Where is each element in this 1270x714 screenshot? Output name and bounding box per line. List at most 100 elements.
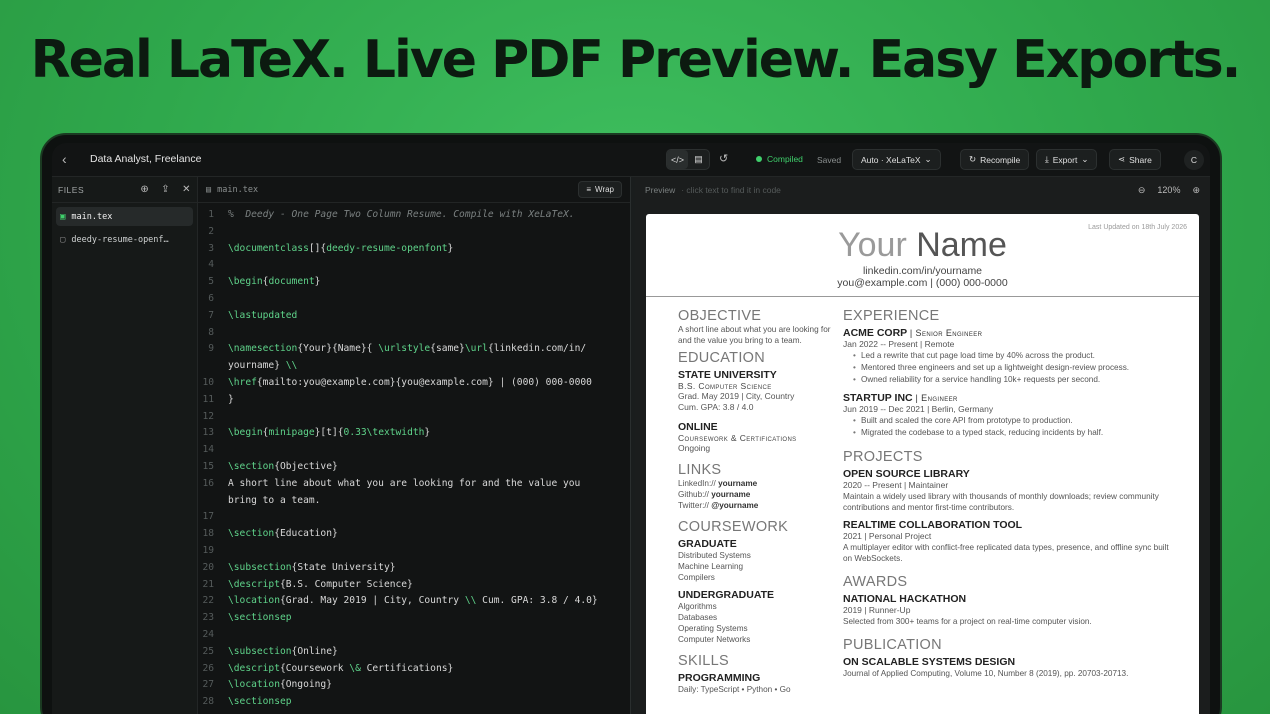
- section-title: AWARDS: [843, 574, 908, 590]
- line-number: 16: [202, 477, 214, 489]
- zoom-out-icon[interactable]: ⊖: [1138, 185, 1146, 196]
- code-line[interactable]: 19: [198, 543, 630, 560]
- code-line[interactable]: 22 \location{Grad. May 2019 | City, Count…: [198, 593, 630, 610]
- code-line[interactable]: 2: [198, 224, 630, 241]
- compile-status-label: Compiled: [767, 154, 803, 164]
- file-icon: ▢: [60, 234, 66, 245]
- linkedin-link[interactable]: linkedin.com/in/yourname: [646, 265, 1199, 277]
- zoom-in-icon[interactable]: ⊕: [1192, 185, 1200, 196]
- code-line[interactable]: 25 \subsection{Online}: [198, 644, 630, 661]
- files-header-label: FILES: [58, 184, 85, 195]
- link-twitter[interactable]: Twitter:// @yourname: [678, 500, 844, 511]
- link-handle: @yourname: [711, 501, 759, 510]
- job-when: Jan 2022 -- Present | Remote: [843, 339, 955, 349]
- pdf-view-icon[interactable]: ▤: [688, 150, 709, 169]
- line-number: 10: [202, 376, 214, 388]
- code-editor[interactable]: ▤ main.tex ≡ Wrap 1 % Deedy - One Page Two …: [198, 177, 630, 714]
- code-line[interactable]: 15 \section{Objective}: [198, 459, 630, 476]
- code-lines[interactable]: 1 % Deedy - One Page Two Column Resume. C…: [198, 203, 630, 711]
- job-role: | Engineer: [915, 393, 958, 403]
- contact-line[interactable]: you@example.com | (000) 000-0000: [646, 277, 1199, 289]
- file-item-main-tex[interactable]: ▣ main.tex: [56, 207, 193, 226]
- line-number: 27: [202, 679, 214, 691]
- job-role: | Senior Engineer: [909, 328, 983, 338]
- award-name: NATIONAL HACKATHON: [843, 593, 967, 605]
- undo-icon[interactable]: ↺: [719, 152, 728, 165]
- code-line[interactable]: 23 \sectionsep: [198, 610, 630, 627]
- line-text: \section{Education}: [228, 528, 338, 540]
- line-number: 11: [202, 393, 214, 405]
- line-number: 25: [202, 645, 214, 657]
- line-text: \documentclass[]{deedy-resume-openfont}: [228, 242, 454, 254]
- code-view-icon[interactable]: </>: [667, 150, 688, 169]
- link-github[interactable]: Github:// yourname: [678, 489, 844, 500]
- line-number: 5: [208, 276, 214, 288]
- line-text: [228, 224, 618, 241]
- last-name: Name: [916, 226, 1007, 264]
- code-line[interactable]: 24: [198, 627, 630, 644]
- code-line[interactable]: 12: [198, 409, 630, 426]
- code-line[interactable]: 14: [198, 442, 630, 459]
- code-line[interactable]: 13 \begin{minipage}[t]{0.33\textwidth}: [198, 425, 630, 442]
- section-title: OBJECTIVE: [678, 308, 762, 324]
- file-item-label: deedy-resume-openf…: [71, 234, 169, 245]
- export-button[interactable]: ⤓ Export ⌄: [1036, 149, 1098, 170]
- wrap-button[interactable]: ≡ Wrap: [578, 181, 622, 198]
- editor-tab[interactable]: ▤ main.tex: [206, 185, 258, 195]
- header-rule: [646, 296, 1199, 297]
- code-line[interactable]: 20 \subsection{State University}: [198, 560, 630, 577]
- code-line[interactable]: 18 \section{Education}: [198, 526, 630, 543]
- bullet: Migrated the codebase to a typed stack, …: [853, 427, 1178, 439]
- upload-icon[interactable]: ⇪: [161, 184, 170, 195]
- line-number: 17: [202, 511, 214, 523]
- line-number: 15: [202, 460, 214, 472]
- share-button[interactable]: ⋖ Share: [1109, 149, 1161, 170]
- file-icon: ▣: [60, 211, 66, 222]
- chevron-down-icon: ⌄: [924, 154, 932, 164]
- code-line[interactable]: 10 \href{mailto:you@example.com}{you@exam…: [198, 375, 630, 392]
- avatar[interactable]: C: [1184, 150, 1204, 170]
- section-title: EXPERIENCE: [843, 308, 940, 324]
- close-icon[interactable]: ✕: [182, 184, 191, 195]
- export-label: Export: [1052, 154, 1078, 165]
- code-line[interactable]: 8: [198, 325, 630, 342]
- recompile-button[interactable]: ↻ Recompile: [960, 149, 1030, 170]
- code-line[interactable]: 11}: [198, 392, 630, 409]
- code-line[interactable]: 21 \descript{B.S. Computer Science}: [198, 577, 630, 594]
- code-line[interactable]: 16 A short line about what you are lookin…: [198, 476, 630, 510]
- line-number: 9: [208, 343, 214, 355]
- section-title: PUBLICATION: [843, 637, 942, 653]
- editor-app: ‹ Data Analyst, Freelance </> ▤ ↺ Compil…: [52, 143, 1210, 714]
- code-line[interactable]: 28 \sectionsep: [198, 694, 630, 711]
- wrap-icon: ≡: [586, 185, 592, 194]
- code-line[interactable]: 17: [198, 509, 630, 526]
- new-file-icon[interactable]: ⊕: [140, 184, 149, 195]
- code-line[interactable]: 4: [198, 257, 630, 274]
- course-item: Compilers: [678, 573, 715, 582]
- code-line[interactable]: 6: [198, 291, 630, 308]
- engine-select[interactable]: Auto · XeLaTeX ⌄: [852, 149, 941, 170]
- top-bar: ‹ Data Analyst, Freelance </> ▤ ↺ Compil…: [52, 143, 1210, 177]
- document-title: Data Analyst, Freelance: [90, 153, 202, 165]
- company-name: ACME CORP: [843, 327, 907, 339]
- link-linkedin[interactable]: LinkedIn:// yourname: [678, 478, 844, 489]
- code-line[interactable]: 1 % Deedy - One Page Two Column Resume. C…: [198, 207, 630, 224]
- line-text: \descript{B.S. Computer Science}: [228, 578, 413, 590]
- code-line[interactable]: 27 \location{Ongoing}: [198, 677, 630, 694]
- code-line[interactable]: 7 \lastupdated: [198, 308, 630, 325]
- chevron-left-icon[interactable]: ‹: [62, 151, 67, 167]
- code-line[interactable]: 26 \descript{Coursework \& Certifications…: [198, 661, 630, 678]
- first-name: Your: [838, 226, 907, 264]
- section-title: PROJECTS: [843, 449, 923, 465]
- pdf-page[interactable]: Last Updated on 18th July 2026 Your Name…: [646, 214, 1199, 714]
- bullet: Led a rewrite that cut page load time by…: [853, 350, 1178, 362]
- code-line[interactable]: 5 \begin{document}: [198, 274, 630, 291]
- view-toggle[interactable]: </> ▤: [666, 149, 710, 170]
- publication-desc: Journal of Applied Computing, Volume 10,…: [843, 669, 1129, 678]
- file-item-deedy-resume[interactable]: ▢ deedy-resume-openf…: [56, 230, 193, 249]
- code-line[interactable]: 3 \documentclass[]{deedy-resume-openfont}: [198, 241, 630, 258]
- line-text: [228, 509, 618, 526]
- line-text: A short line about what you are looking …: [228, 477, 581, 506]
- code-line[interactable]: 9 \namesection{Your}{Name}{ \urlstyle{sam…: [198, 341, 630, 375]
- files-header: FILES ⊕ ⇪ ✕: [52, 177, 197, 203]
